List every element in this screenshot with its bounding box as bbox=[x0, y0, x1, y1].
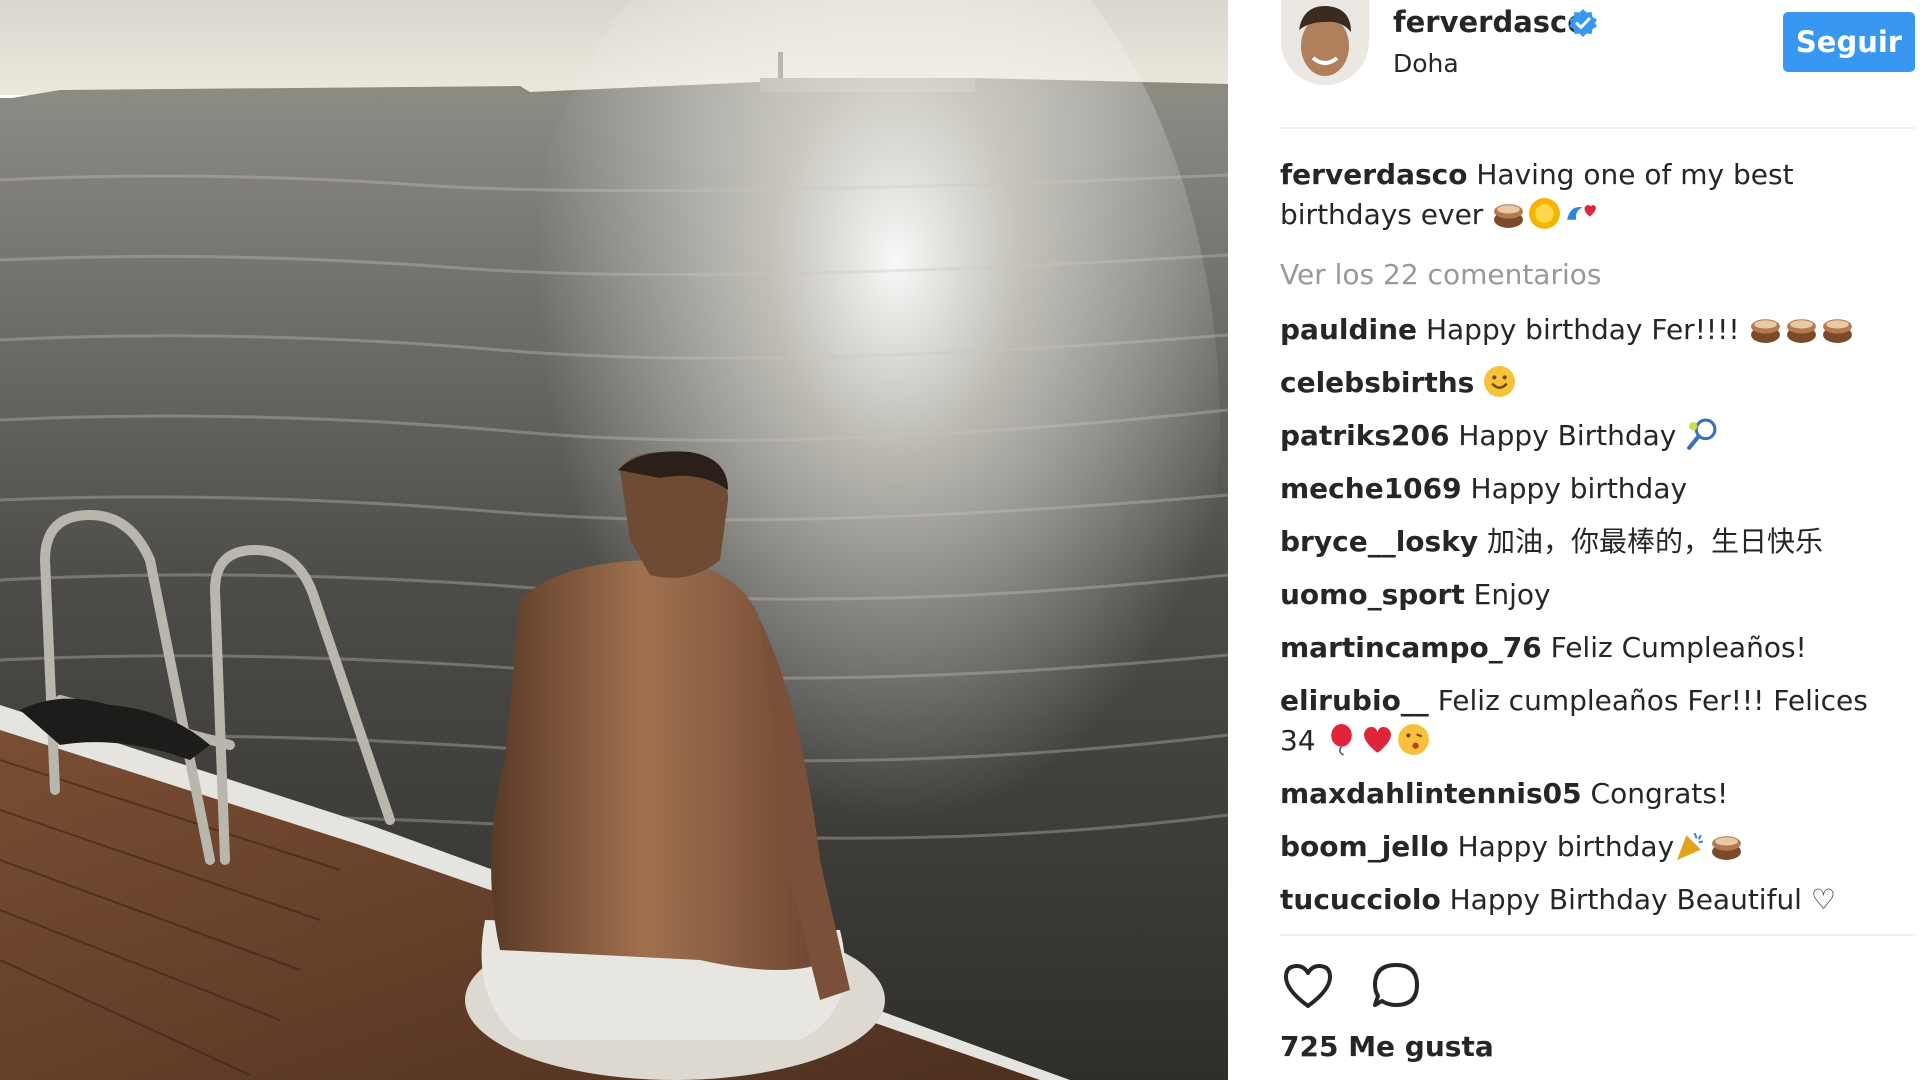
comment-text: Enjoy bbox=[1473, 578, 1551, 611]
comment-text: Happy birthday bbox=[1457, 830, 1675, 863]
cake-emoji-icon bbox=[1494, 204, 1524, 228]
avatar-image bbox=[1281, 0, 1369, 85]
post-side-panel: ferverdasco Doha Seguir ferverdasco Havi… bbox=[1228, 0, 1920, 1080]
comment-username[interactable]: bryce__losky bbox=[1280, 525, 1478, 558]
cake-emoji-icon bbox=[1786, 319, 1816, 343]
comment-username[interactable]: boom_jello bbox=[1280, 830, 1449, 863]
comment-username[interactable]: pauldine bbox=[1280, 313, 1417, 346]
heart-emoji-icon bbox=[1363, 726, 1391, 753]
comment-item: uomo_sport Enjoy bbox=[1280, 575, 1910, 615]
avatar[interactable] bbox=[1281, 0, 1369, 85]
comment-username[interactable]: celebsbirths bbox=[1280, 366, 1474, 399]
view-all-comments-link[interactable]: Ver los 22 comentarios bbox=[1280, 255, 1910, 295]
post-photo-image bbox=[0, 0, 1228, 1080]
comment-item: pauldine Happy birthday Fer!!!! bbox=[1280, 310, 1910, 350]
sun-emoji-icon bbox=[1529, 198, 1561, 229]
comment-text: 加油，你最棒的，生日快乐 bbox=[1486, 525, 1823, 558]
wave-heart-emoji-icon bbox=[1567, 204, 1597, 220]
tennis-emoji-icon bbox=[1687, 418, 1717, 450]
comments-section: ferverdasco Having one of my best birthd… bbox=[1280, 155, 1910, 933]
smile-emoji-icon bbox=[1484, 366, 1516, 397]
comment-item: tucucciolo Happy Birthday Beautiful ♡ bbox=[1280, 880, 1910, 920]
cake-emoji-icon bbox=[1712, 836, 1742, 860]
caption-username[interactable]: ferverdasco bbox=[1280, 158, 1467, 191]
comment-username[interactable]: martincampo_76 bbox=[1280, 631, 1542, 664]
comment-item: maxdahlintennis05 Congrats! bbox=[1280, 774, 1910, 814]
comment-item: patriks206 Happy Birthday bbox=[1280, 416, 1910, 456]
follow-button[interactable]: Seguir bbox=[1783, 12, 1915, 72]
post-author-username[interactable]: ferverdasco bbox=[1393, 5, 1587, 39]
comment-username[interactable]: elirubio__ bbox=[1280, 684, 1429, 717]
comment-item: martincampo_76 Feliz Cumpleaños! bbox=[1280, 628, 1910, 668]
comment-username[interactable]: tucucciolo bbox=[1280, 883, 1441, 916]
comment-text: Feliz Cumpleaños! bbox=[1550, 631, 1807, 664]
cake-emoji-icon bbox=[1822, 319, 1852, 343]
likes-count[interactable]: 725 Me gusta bbox=[1280, 1030, 1494, 1063]
comment-text: Congrats! bbox=[1590, 777, 1729, 810]
comment-text: Happy Birthday bbox=[1458, 419, 1677, 452]
heart-outline-icon[interactable] bbox=[1280, 958, 1336, 1014]
kiss-emoji-icon bbox=[1397, 724, 1429, 755]
balloon-emoji-icon bbox=[1330, 724, 1352, 756]
actions-divider bbox=[1280, 934, 1915, 936]
verified-badge-icon bbox=[1569, 9, 1597, 37]
comment-item: elirubio__ Feliz cumpleaños Fer!!! Felic… bbox=[1280, 681, 1910, 761]
comment-item: meche1069 Happy birthday bbox=[1280, 469, 1910, 509]
header-divider bbox=[1280, 127, 1915, 129]
comment-username[interactable]: meche1069 bbox=[1280, 472, 1462, 505]
party-popper-emoji-icon bbox=[1677, 832, 1704, 860]
comment-item: bryce__losky 加油，你最棒的，生日快乐 bbox=[1280, 522, 1910, 562]
cake-emoji-icon bbox=[1750, 319, 1780, 343]
comment-username[interactable]: maxdahlintennis05 bbox=[1280, 777, 1582, 810]
post-photo[interactable] bbox=[0, 0, 1228, 1080]
comment-username[interactable]: uomo_sport bbox=[1280, 578, 1465, 611]
comment-text: Happy birthday Fer!!!! bbox=[1425, 313, 1740, 346]
post-location[interactable]: Doha bbox=[1393, 49, 1459, 78]
speech-bubble-icon[interactable] bbox=[1368, 958, 1424, 1014]
comment-username[interactable]: patriks206 bbox=[1280, 419, 1449, 452]
comment-item: celebsbirths bbox=[1280, 363, 1910, 403]
comment-text: Happy birthday bbox=[1470, 472, 1688, 505]
comment-text: Happy Birthday Beautiful ♡ bbox=[1449, 883, 1836, 916]
comment-item: boom_jello Happy birthday bbox=[1280, 827, 1910, 867]
post-caption: ferverdasco Having one of my best birthd… bbox=[1280, 155, 1910, 235]
